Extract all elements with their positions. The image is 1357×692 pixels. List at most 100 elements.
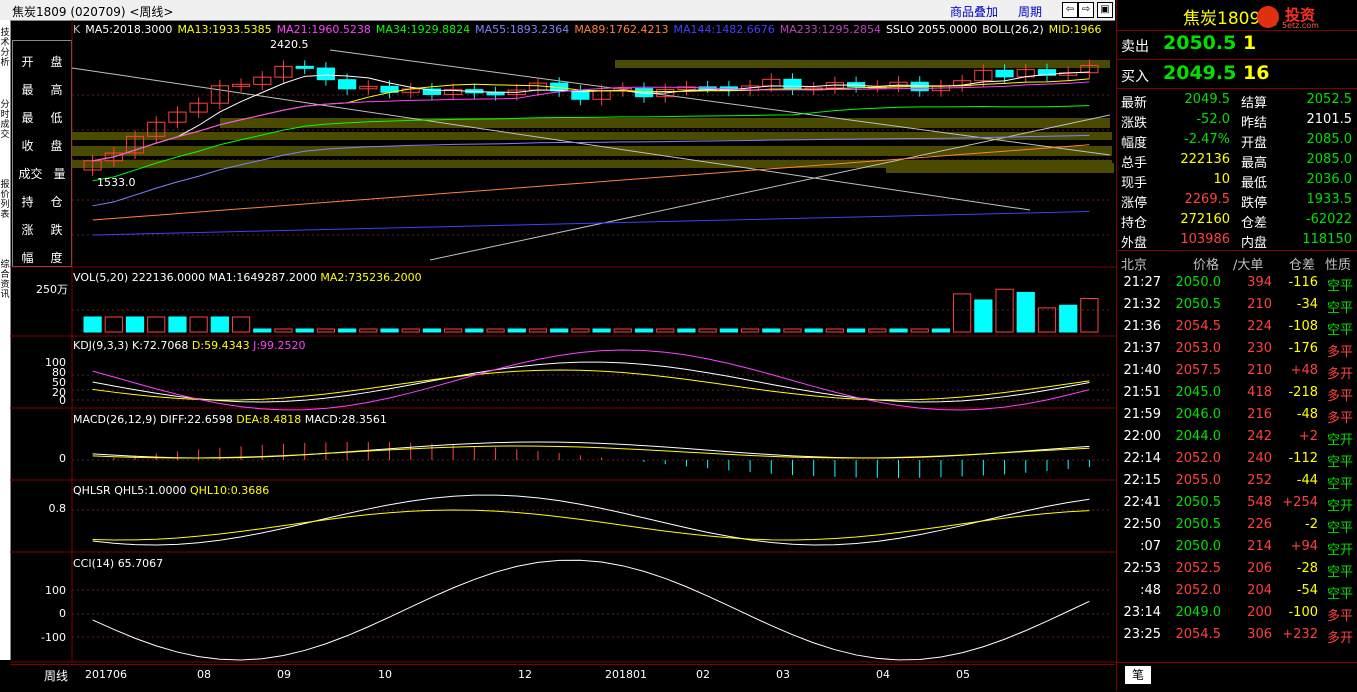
volume-bar	[189, 316, 208, 333]
volume-bar	[847, 328, 866, 333]
candle-body	[783, 78, 802, 90]
volume-bar	[698, 328, 717, 333]
vol-title: VOL(5,20) 222136.0000 MA1:1649287.2000 M…	[73, 271, 422, 284]
indicator-value: MA13:1933.5385	[177, 23, 272, 36]
indicator-value: MA5:2018.3000	[85, 23, 173, 36]
volume-bar	[1037, 307, 1057, 333]
cci-title: CCI(14) 65.7067	[73, 557, 164, 570]
indicator-value: SSLO 2055.0000	[885, 23, 978, 36]
tick-row: 22:15 2055.0 252 -44 空平	[1123, 473, 1353, 492]
stats-row: 总手 222136 最高 2085.0	[1121, 152, 1352, 171]
qhl10-line	[92, 509, 1090, 541]
volume-bar	[740, 328, 760, 333]
volume-bar	[634, 328, 654, 333]
volume-bar	[868, 328, 887, 333]
main-indicator-bar: K MA5:2018.3000 MA13:1933.5385 MA21:1960.52…	[73, 23, 1107, 36]
kdj-k-line	[92, 361, 1090, 403]
x-tick: 04	[876, 668, 890, 681]
volume-bar	[974, 299, 993, 333]
stats-table: 最新 2049.5 结算 2052.5 涨跌 -52.0 昨结 2101.5 幅度 -2.47% 开…	[1117, 90, 1357, 251]
candle-body	[316, 67, 335, 81]
x-tick: 03	[776, 668, 790, 681]
period-link[interactable]: 周期	[1018, 3, 1042, 20]
macd-title: MACD(26,12,9) DIFF:22.6598 DEA:8.4818 MA…	[73, 413, 387, 426]
nav-left-icon[interactable]: ⇦	[1062, 2, 1078, 18]
volume-bar	[571, 328, 590, 333]
volume-bar	[931, 328, 951, 333]
volume-bar	[507, 328, 526, 333]
volume-bar	[253, 328, 272, 333]
support-zone	[72, 132, 1112, 140]
volume-bar	[528, 328, 548, 333]
qhlsr-ytick: 0.8	[48, 502, 67, 515]
window-icon[interactable]: ▣	[1097, 2, 1113, 18]
volume-bar	[677, 328, 696, 333]
support-zone	[886, 163, 1114, 173]
volume-bar	[295, 328, 314, 333]
volume-bar	[910, 328, 929, 333]
high-annotation: 2420.5	[270, 38, 309, 51]
volume-bar	[1059, 304, 1078, 333]
tick-row: 22:14 2052.0 240 -112 空平	[1123, 451, 1353, 470]
x-axis-bar: 周线 201706 08 09 10 12 201801 02 03 04 05	[10, 664, 1115, 692]
candle-body	[995, 69, 1014, 78]
stats-row: 涨跌 -52.0 昨结 2101.5	[1121, 112, 1352, 131]
qhl5-line	[92, 494, 1090, 546]
ask-row: 卖出 2050.5 1	[1121, 32, 1257, 55]
tick-row: 21:51 2045.0 418 -218 多平	[1123, 385, 1353, 404]
x-tick: 10	[378, 668, 392, 681]
tick-row: 23:14 2049.0 200 -100 多平	[1123, 605, 1353, 624]
ma144-line	[92, 211, 1090, 236]
tick-row: :48 2052.0 204 -54 空平	[1140, 583, 1353, 602]
tab-ticks[interactable]: 笔	[1125, 666, 1151, 684]
tick-row: 21:36 2054.5 224 -108 空平	[1123, 319, 1353, 338]
indicator-value: MA21:1960.5238	[276, 23, 371, 36]
x-tick: 08	[197, 668, 211, 681]
overlay-link[interactable]: 商品叠加	[950, 3, 998, 20]
volume-bar	[210, 316, 229, 333]
tick-list[interactable]: 21:27 2050.0 394 -116 空平 21:32 2050.5 210 -34 空平 2…	[1117, 272, 1357, 662]
stats-row: 涨停 2269.5 跌停 1933.5	[1121, 192, 1352, 211]
indicator-value: MA89:1762.4213	[574, 23, 669, 36]
contract-title: 焦炭1809 (020709) <周线>	[12, 5, 174, 19]
period-label[interactable]: 周线	[44, 667, 68, 684]
volume-bar	[147, 316, 166, 333]
stats-row: 最新 2049.5 结算 2052.5	[1121, 92, 1352, 111]
volume-bar	[486, 328, 505, 333]
stats-row: 现手 10 最低 2036.0	[1121, 172, 1352, 191]
macd-dea-line	[92, 445, 1090, 459]
volume-bar	[783, 328, 802, 333]
vol-ylabel: 250万	[36, 283, 68, 296]
indicator-value: MA144:1482.6676	[673, 23, 775, 36]
support-zone	[615, 60, 1110, 68]
indicator-value: MA233:1295.2854	[779, 23, 881, 36]
tick-row: 21:37 2053.0 230 -176 多平	[1123, 341, 1353, 360]
volume-bar	[1016, 291, 1035, 333]
candle-body	[338, 79, 357, 90]
volume-bar	[422, 328, 442, 333]
nav-right-icon[interactable]: ⇨	[1078, 2, 1094, 18]
volume-bar	[719, 328, 738, 333]
tick-row: 21:27 2050.0 394 -116 空平	[1123, 275, 1353, 294]
indicator-value: BOLL(26,2)	[982, 23, 1044, 36]
volume-bar	[825, 328, 845, 333]
macd-ytick: 0	[59, 452, 66, 465]
kdj-j-line	[92, 349, 1090, 411]
volume-bar	[656, 328, 675, 333]
stats-row: 持仓 272160 仓差 -62022	[1121, 212, 1352, 231]
tick-row: 22:00 2044.0 242 +2 空开	[1123, 429, 1353, 448]
volume-bar	[338, 328, 357, 333]
volume-bar	[359, 328, 378, 333]
top-toolbar: 焦炭1809 (020709) <周线> 商品叠加 周期 ⇦ ⇨ ▣	[0, 0, 1115, 21]
ma89-line	[92, 144, 1090, 221]
tick-row: 22:41 2050.5 548 +254 空开	[1123, 495, 1353, 514]
volume-bar	[889, 328, 908, 333]
cci-ytick: 0	[59, 607, 66, 620]
volume-bar	[1080, 297, 1099, 333]
tick-row: 21:59 2046.0 216 -48 多平	[1123, 407, 1353, 426]
tick-row: 22:50 2050.5 226 -2 空平	[1123, 517, 1353, 536]
volume-bar	[380, 328, 399, 333]
volume-bar	[316, 328, 335, 333]
logo-icon	[1257, 6, 1279, 28]
quote-panel: 焦炭1809（ 投资 5etz.com 卖出 2050.5 1 买入 2049.…	[1116, 0, 1357, 691]
